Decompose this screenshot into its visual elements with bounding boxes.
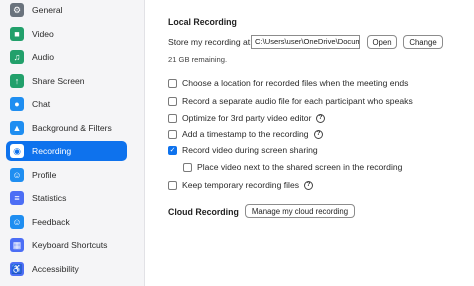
- sidebar-item-label: Audio: [32, 52, 54, 62]
- video-icon: ■: [10, 27, 24, 41]
- settings-sidebar: ⚙ General ■ Video ♫ Audio ↑ Share Screen ● Chat ▲ B…: [0, 0, 145, 286]
- recording-settings-panel: Local Recording Store my recording at: C…: [145, 0, 474, 286]
- sidebar-item-label: General: [32, 5, 63, 15]
- sidebar-item-label: Recording: [32, 146, 72, 156]
- chat-icon: ●: [10, 97, 24, 111]
- sidebar-item-chat[interactable]: ● Chat: [6, 94, 127, 114]
- option-checkbox[interactable]: [168, 114, 177, 123]
- option-checkbox[interactable]: ✓: [168, 146, 177, 155]
- disk-space-remaining: 21 GB remaining.: [168, 55, 228, 64]
- accessibility-icon: ♿: [10, 262, 24, 276]
- sidebar-item-label: Profile: [32, 170, 57, 180]
- help-icon[interactable]: ?: [304, 181, 313, 190]
- local-recording-heading: Local Recording: [168, 17, 237, 27]
- option-label[interactable]: Place video next to the shared screen in…: [197, 162, 402, 172]
- recording-path-field[interactable]: C:\Users\user\OneDrive\Docume: [251, 35, 360, 49]
- change-button[interactable]: Change: [403, 35, 443, 49]
- option-checkbox[interactable]: [168, 79, 177, 88]
- share-screen-icon: ↑: [10, 74, 24, 88]
- headphones-icon: ♫: [10, 50, 24, 64]
- option-checkbox[interactable]: [168, 181, 177, 190]
- sidebar-item-feedback[interactable]: ☺ Feedback: [6, 212, 127, 232]
- sidebar-item-share-screen[interactable]: ↑ Share Screen: [6, 71, 127, 91]
- sidebar-item-label: Statistics: [32, 193, 67, 203]
- record-icon: ◉: [10, 144, 24, 158]
- open-button[interactable]: Open: [367, 35, 397, 49]
- store-location-label: Store my recording at:: [168, 37, 253, 47]
- gear-icon: ⚙: [10, 3, 24, 17]
- option-label[interactable]: Keep temporary recording files: [182, 180, 299, 190]
- sidebar-item-accessibility[interactable]: ♿ Accessibility: [6, 259, 127, 279]
- option-label[interactable]: Record video during screen sharing: [182, 145, 318, 155]
- option-label[interactable]: Choose a location for recorded files whe…: [182, 78, 408, 88]
- option-checkbox[interactable]: [168, 130, 177, 139]
- sidebar-item-label: Feedback: [32, 217, 70, 227]
- sidebar-item-label: Keyboard Shortcuts: [32, 240, 108, 250]
- sidebar-item-recording[interactable]: ◉ Recording: [6, 141, 127, 161]
- manage-cloud-recording-button[interactable]: Manage my cloud recording: [245, 204, 355, 218]
- help-icon[interactable]: ?: [316, 114, 325, 123]
- option-label[interactable]: Add a timestamp to the recording: [182, 129, 309, 139]
- option-label[interactable]: Record a separate audio file for each pa…: [182, 96, 413, 106]
- profile-icon: ☺: [10, 168, 24, 182]
- sidebar-item-label: Accessibility: [32, 264, 79, 274]
- cloud-recording-heading: Cloud Recording: [168, 207, 239, 217]
- statistics-icon: ≡: [10, 191, 24, 205]
- sidebar-item-audio[interactable]: ♫ Audio: [6, 47, 127, 67]
- sidebar-item-statistics[interactable]: ≡ Statistics: [6, 188, 127, 208]
- sidebar-item-label: Video: [32, 29, 54, 39]
- feedback-icon: ☺: [10, 215, 24, 229]
- option-checkbox[interactable]: [168, 97, 177, 106]
- sidebar-item-label: Background & Filters: [32, 123, 112, 133]
- sidebar-item-video[interactable]: ■ Video: [6, 24, 127, 44]
- sidebar-item-keyboard-shortcuts[interactable]: ▦ Keyboard Shortcuts: [6, 235, 127, 255]
- option-label[interactable]: Optimize for 3rd party video editor: [182, 113, 311, 123]
- sidebar-item-general[interactable]: ⚙ General: [6, 0, 127, 20]
- sidebar-item-label: Share Screen: [32, 76, 85, 86]
- keyboard-icon: ▦: [10, 238, 24, 252]
- option-checkbox[interactable]: [183, 163, 192, 172]
- help-icon[interactable]: ?: [314, 130, 323, 139]
- sidebar-item-label: Chat: [32, 99, 51, 109]
- background-icon: ▲: [10, 121, 24, 135]
- sidebar-item-background-filters[interactable]: ▲ Background & Filters: [6, 118, 127, 138]
- sidebar-item-profile[interactable]: ☺ Profile: [6, 165, 127, 185]
